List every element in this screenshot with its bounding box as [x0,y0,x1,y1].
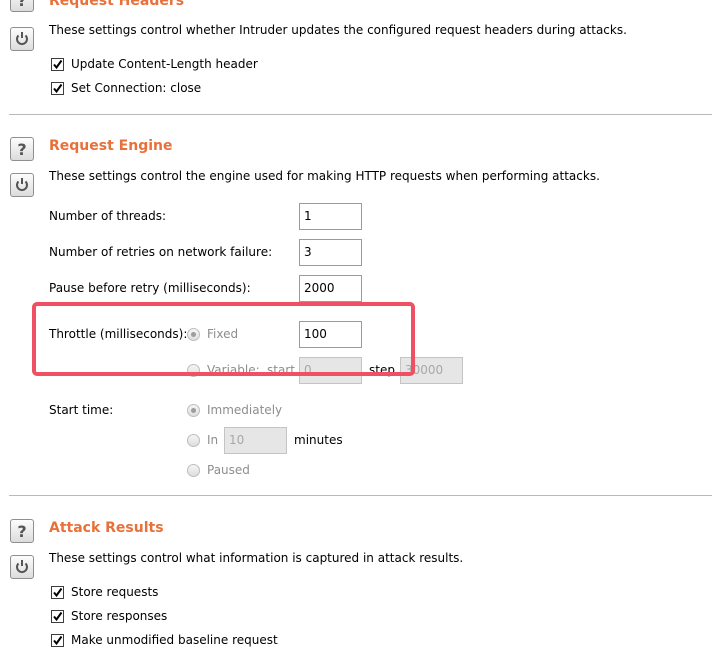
checkbox-box[interactable] [51,633,64,647]
start-time-label: Start time: [49,403,114,417]
restore-defaults-icon [14,177,30,193]
start-in-minutes-input[interactable]: 10 [224,427,287,454]
checkbox-box[interactable] [51,81,64,95]
start-paused-label: Paused [207,463,250,477]
checkmark-icon [53,59,63,69]
checkbox-label: Update Content-Length header [71,57,258,71]
checkmark-icon [53,587,63,597]
retries-input[interactable]: 3 [299,239,362,266]
restore-defaults-button-request-engine[interactable] [10,173,34,197]
svg-text:?: ? [17,523,26,539]
checkbox-set-connection-close[interactable]: Set Connection: close [51,81,201,95]
start-in-radio[interactable] [187,434,200,447]
help-icon: ? [15,141,29,157]
section-description-request-headers: These settings control whether Intruder … [49,23,627,37]
svg-text:?: ? [17,141,26,157]
checkbox-box[interactable] [51,609,64,623]
start-in-label: In [207,433,219,447]
checkbox-label: Store requests [71,585,159,599]
checkbox-label: Store responses [71,609,168,623]
checkmark-icon [53,611,63,621]
checkbox-store-requests[interactable]: Store requests [51,585,158,599]
checkbox-make-baseline-request[interactable]: Make unmodified baseline request [51,633,278,647]
help-button-request-engine[interactable]: ? [10,137,34,161]
start-immediately-radio[interactable] [187,404,200,417]
pause-before-retry-label: Pause before retry (milliseconds): [49,281,251,295]
section-divider [9,114,712,115]
restore-defaults-button-request-headers[interactable] [10,27,34,51]
pause-before-retry-input[interactable]: 2000 [299,275,362,302]
checkbox-label: Make unmodified baseline request [71,633,278,647]
svg-text:?: ? [17,0,26,8]
start-immediately-label: Immediately [207,403,283,417]
checkmark-icon [53,83,63,93]
checkbox-label: Set Connection: close [71,81,202,95]
checkbox-update-content-length[interactable]: Update Content-Length header [51,57,258,71]
help-button-attack-results[interactable]: ? [10,519,34,543]
help-button-request-headers[interactable]: ? [10,0,34,12]
help-icon: ? [15,523,29,539]
help-icon: ? [15,0,29,8]
section-title-request-engine: Request Engine [49,138,173,154]
minutes-label: minutes [294,433,343,447]
checkbox-store-responses[interactable]: Store responses [51,609,167,623]
section-title-attack-results: Attack Results [49,520,164,536]
threads-input[interactable]: 1 [299,203,362,230]
checkbox-box[interactable] [51,585,64,599]
retries-label: Number of retries on network failure: [49,245,273,259]
restore-defaults-icon [14,31,30,47]
checkmark-icon [53,635,63,645]
checkbox-box[interactable] [51,57,64,71]
restore-defaults-icon [14,559,30,575]
start-paused-radio[interactable] [187,464,200,477]
threads-label: Number of threads: [49,209,167,223]
section-divider [9,495,712,496]
section-description-request-engine: These settings control the engine used f… [49,169,600,183]
section-title-request-headers: Request Headers [49,0,185,9]
section-description-attack-results: These settings control what information … [49,551,464,565]
highlight-box [32,302,415,376]
restore-defaults-button-attack-results[interactable] [10,555,34,579]
